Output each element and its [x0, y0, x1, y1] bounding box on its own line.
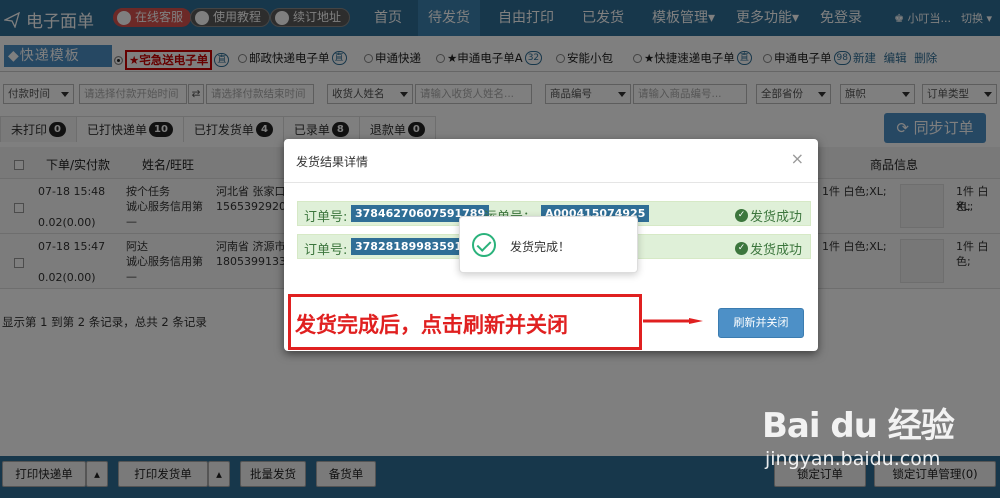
toast-message: 发货完成！ — [510, 240, 571, 254]
order-label: 订单号: — [304, 210, 348, 225]
watermark-logo: Bai du 经验 — [762, 406, 955, 446]
modal-header: 发货结果详情 × — [284, 139, 818, 183]
instruction-text: 发货完成后，点击刷新并关闭 — [295, 313, 568, 337]
ship-complete-toast: 发货完成！ — [459, 216, 638, 273]
check-circle-icon — [472, 233, 496, 257]
status-text: 发货成功 — [749, 210, 802, 225]
check-circle-icon: ✓ — [734, 209, 748, 222]
status-success: ✓ 发货成功 — [734, 206, 802, 225]
refresh-close-button[interactable]: 刷新并关闭 — [718, 308, 804, 338]
close-icon[interactable]: × — [791, 149, 804, 168]
arrow-icon — [643, 318, 703, 324]
status-text: 发货成功 — [749, 243, 802, 258]
watermark-url: jingyan.baidu.com — [765, 448, 941, 470]
baidu-jingyan-watermark: Bai du 经验 jingyan.baidu.com — [760, 398, 960, 478]
modal-title: 发货结果详情 — [296, 155, 369, 169]
instruction-annotation-box: 发货完成后，点击刷新并关闭 — [288, 294, 642, 350]
check-circle-icon: ✓ — [734, 242, 748, 255]
order-label: 订单号: — [304, 243, 348, 258]
status-success: ✓ 发货成功 — [734, 239, 802, 258]
